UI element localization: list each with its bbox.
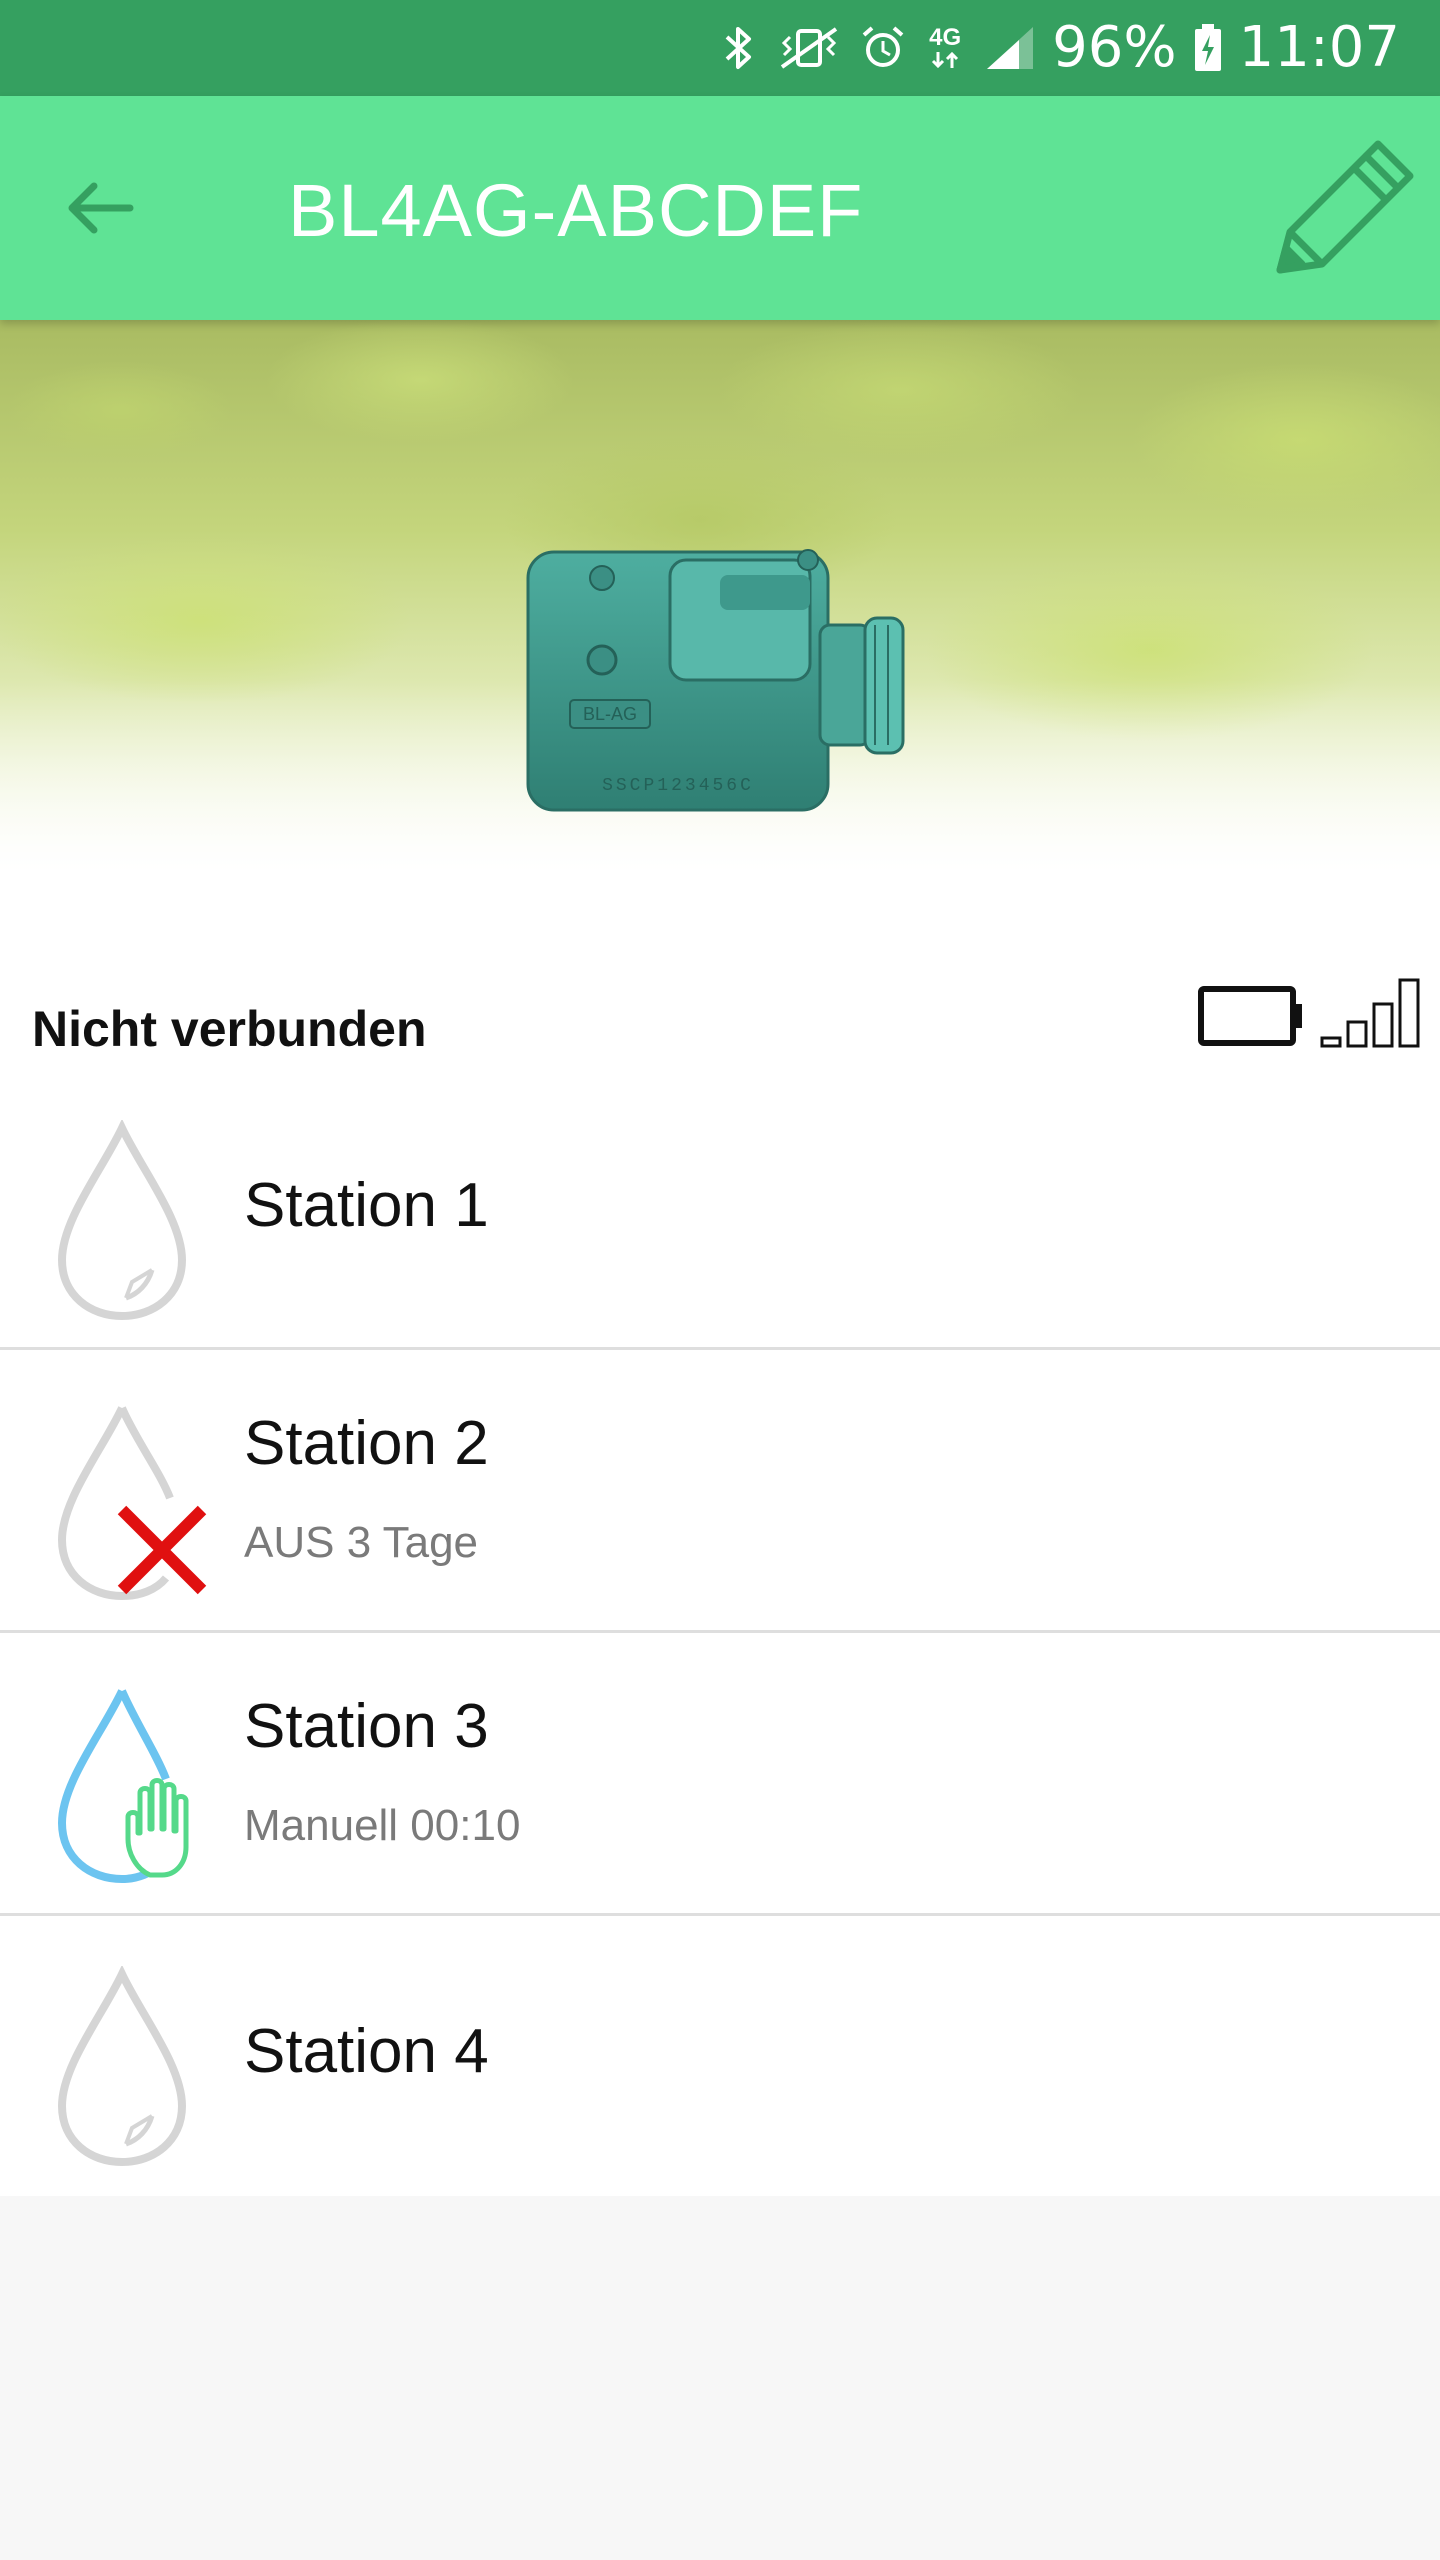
back-button[interactable] [50,158,150,258]
water-drop-icon [57,1966,187,2166]
arrow-left-icon [68,182,134,234]
battery-percent: 96% [1052,15,1177,80]
battery-charging-icon [1191,20,1225,76]
water-drop-off-icon [57,1406,207,1600]
water-drop-icon [57,1120,187,1320]
bluetooth-icon [716,20,760,76]
battery-empty-icon [1198,986,1302,1046]
cell-signal-icon [982,20,1038,76]
clock: 11:07 [1238,15,1400,80]
signal-bars-icon [1320,978,1420,1048]
station-name: Station 2 [244,1409,489,1478]
station-name: Station 4 [244,2017,489,2086]
status-bar: 4G 96% 11:07 [0,0,1440,96]
network-type-label: 4G [929,24,962,51]
device-model-label: BL-AG [583,704,637,724]
station-row-2[interactable]: Station 2 AUS 3 Tage [0,1350,1440,1633]
4g-icon: 4G [922,20,968,76]
hero-banner: BL-AG SSCP123456C [0,320,1440,920]
station-row-3[interactable]: Station 3 Manuell 00:10 [0,1633,1440,1916]
station-name: Station 1 [244,1171,489,1240]
empty-area [0,2196,1440,2560]
page-title: BL4AG-ABCDEF [288,169,864,252]
water-drop-manual-icon [57,1689,189,1883]
controller-device-image: BL-AG SSCP123456C [526,549,905,812]
vibrate-mute-icon [774,20,844,76]
station-status: AUS 3 Tage [244,1518,479,1567]
station-list: Station 1 Station 2 AUS 3 Tage Station 3… [0,1060,1440,2196]
connection-status-bar: Nicht verbunden [0,920,1440,1060]
alarm-icon [858,20,908,76]
station-name: Station 3 [244,1692,489,1761]
device-serial: SSCP123456C [602,776,754,796]
station-status: Manuell 00:10 [244,1801,521,1850]
connection-status-label: Nicht verbunden [32,1001,427,1057]
app-bar: BL4AG-ABCDEF [0,96,1440,320]
station-row-4[interactable]: Station 4 [0,1916,1440,2196]
station-row-1[interactable]: Station 1 [0,1060,1440,1350]
pencil-icon [1276,140,1414,274]
edit-button[interactable] [1268,136,1418,286]
